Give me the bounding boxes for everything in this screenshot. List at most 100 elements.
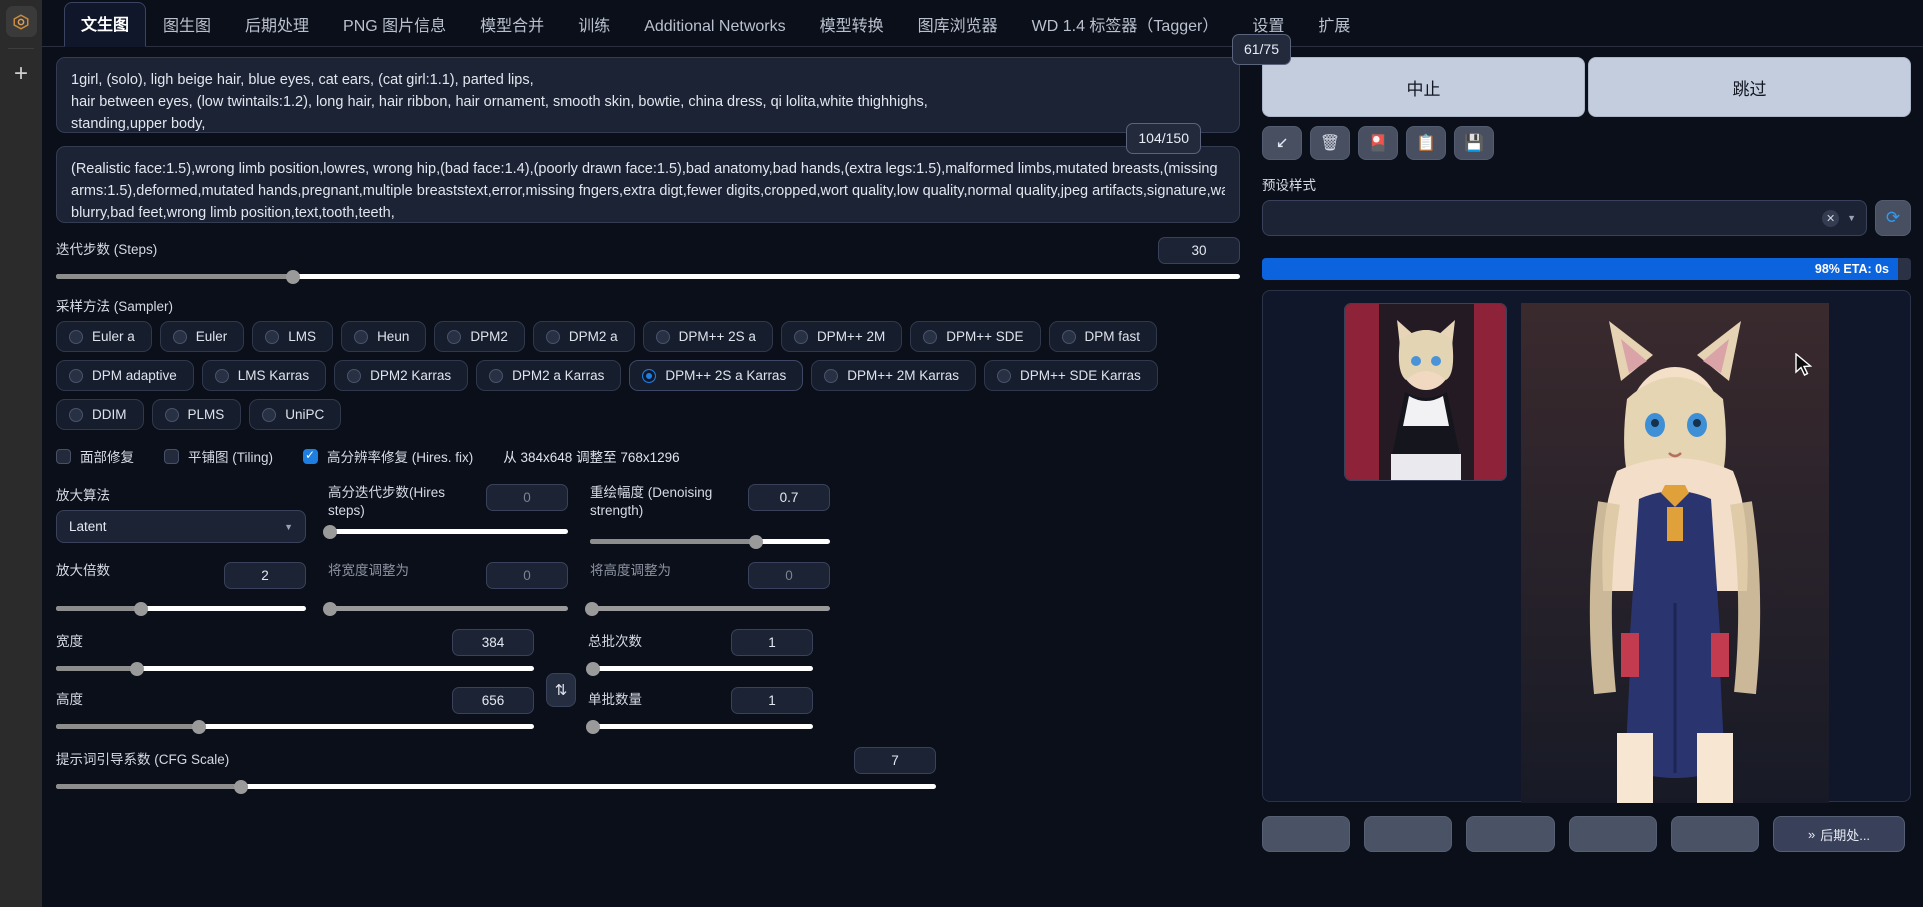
- extra-networks-icon[interactable]: 🎴: [1358, 126, 1398, 160]
- resize-height-value[interactable]: 0: [748, 562, 830, 589]
- refresh-icon[interactable]: ⟳: [1875, 200, 1911, 236]
- tiling-checkbox[interactable]: 平铺图 (Tiling): [164, 446, 273, 466]
- cfg-scale-control: 提示词引导系数 (CFG Scale) 7: [56, 747, 936, 789]
- resize-width-value[interactable]: 0: [486, 562, 568, 589]
- sampler-option-dpm-2s-a[interactable]: DPM++ 2S a: [643, 321, 773, 352]
- sampler-option-dpm2-a-karras[interactable]: DPM2 a Karras: [476, 360, 621, 391]
- tab-txt2img[interactable]: 文生图: [64, 2, 146, 47]
- sampler-option-dpm2[interactable]: DPM2: [434, 321, 525, 352]
- sampler-option-dpm-fast[interactable]: DPM fast: [1049, 321, 1158, 352]
- width-value[interactable]: 384: [452, 629, 534, 656]
- sampler-option-plms[interactable]: PLMS: [152, 399, 242, 430]
- sampler-option-lms[interactable]: LMS: [252, 321, 333, 352]
- sampler-option-dpm2-karras[interactable]: DPM2 Karras: [334, 360, 468, 391]
- gallery-thumbnail[interactable]: [1344, 303, 1507, 481]
- hires-fix-checkbox[interactable]: 高分辨率修复 (Hires. fix): [303, 446, 473, 466]
- send-to-postprocess-button[interactable]: » 后期处...: [1773, 816, 1905, 852]
- sampler-option-euler-a[interactable]: Euler a: [56, 321, 152, 352]
- tab-png-info[interactable]: PNG 图片信息: [326, 3, 463, 47]
- sampler-option-dpm-adaptive[interactable]: DPM adaptive: [56, 360, 194, 391]
- tab-extensions[interactable]: 扩展: [1301, 3, 1367, 47]
- hires-steps-value[interactable]: 0: [486, 484, 568, 511]
- hires-steps-slider[interactable]: [328, 529, 568, 534]
- checkbox-box: [56, 449, 71, 464]
- interrupt-button[interactable]: 中止: [1262, 57, 1585, 117]
- upscaler-select[interactable]: Latent ▼: [56, 510, 306, 543]
- sampler-option-dpm-2m[interactable]: DPM++ 2M: [781, 321, 902, 352]
- clear-x-icon[interactable]: ✕: [1822, 210, 1839, 227]
- width-slider-knob[interactable]: [130, 662, 144, 676]
- resize-height-slider-knob[interactable]: [585, 602, 599, 616]
- preview-image[interactable]: [1521, 303, 1829, 803]
- sampler-option-dpm2-a[interactable]: DPM2 a: [533, 321, 635, 352]
- batch-count-value[interactable]: 1: [731, 629, 813, 656]
- skip-button[interactable]: 跳过: [1588, 57, 1911, 117]
- upscale-by-slider[interactable]: [56, 606, 306, 611]
- batch-size-slider[interactable]: [588, 724, 813, 729]
- tab-checkpoint-merger[interactable]: 模型合并: [463, 3, 561, 47]
- sampler-option-dpm-2m-karras[interactable]: DPM++ 2M Karras: [811, 360, 976, 391]
- sampler-option-lms-karras[interactable]: LMS Karras: [202, 360, 326, 391]
- plus-icon[interactable]: +: [14, 62, 28, 86]
- steps-value[interactable]: 30: [1158, 237, 1240, 264]
- sampler-option-label: PLMS: [188, 407, 225, 422]
- tab-img2img[interactable]: 图生图: [146, 3, 228, 47]
- width-slider[interactable]: [56, 666, 534, 671]
- steps-slider[interactable]: [56, 274, 1240, 279]
- tab-train[interactable]: 训练: [561, 3, 627, 47]
- zip-output-button[interactable]: [1364, 816, 1452, 852]
- negative-prompt-input[interactable]: (Realistic face:1.5),wrong limb position…: [56, 146, 1240, 223]
- sampler-option-heun[interactable]: Heun: [341, 321, 426, 352]
- prompt-line: hair between eyes, (low twintails:1.2), …: [71, 91, 1225, 113]
- styles-select[interactable]: ✕ ▼: [1262, 200, 1867, 236]
- height-value[interactable]: 656: [452, 687, 534, 714]
- resize-height-slider[interactable]: [590, 606, 830, 611]
- trash-icon[interactable]: 🗑: [1310, 126, 1350, 160]
- clipboard-icon[interactable]: 📋: [1406, 126, 1446, 160]
- send-to-img2img-button[interactable]: [1466, 816, 1554, 852]
- tab-tagger[interactable]: WD 1.4 标签器（Tagger）: [1015, 3, 1236, 47]
- restore-faces-checkbox[interactable]: 面部修复: [56, 446, 134, 466]
- sampler-option-dpm-sde-karras[interactable]: DPM++ SDE Karras: [984, 360, 1158, 391]
- hex-logo-icon[interactable]: [6, 6, 37, 37]
- batch-size-slider-knob[interactable]: [586, 720, 600, 734]
- tab-model-converter[interactable]: 模型转换: [803, 3, 901, 47]
- denoising-value[interactable]: 0.7: [748, 484, 830, 511]
- cfg-scale-slider[interactable]: [56, 784, 936, 789]
- sampler-option-dpm-sde[interactable]: DPM++ SDE: [910, 321, 1040, 352]
- save-style-icon[interactable]: 💾: [1454, 126, 1494, 160]
- prompt-input[interactable]: 1girl, (solo), ligh beige hair, blue eye…: [56, 57, 1240, 133]
- tab-extras[interactable]: 后期处理: [228, 3, 326, 47]
- upscale-by-slider-knob[interactable]: [134, 602, 148, 616]
- steps-slider-knob[interactable]: [286, 270, 300, 284]
- chevron-down-icon[interactable]: ▼: [1847, 213, 1856, 223]
- cfg-scale-slider-knob[interactable]: [234, 780, 248, 794]
- radio-dot: [642, 369, 656, 383]
- radio-dot: [656, 330, 670, 344]
- swap-dimensions-icon[interactable]: ⇅: [546, 673, 576, 707]
- resize-width-slider[interactable]: [328, 606, 568, 611]
- hires-steps-slider-knob[interactable]: [323, 525, 337, 539]
- sampler-option-euler[interactable]: Euler: [160, 321, 245, 352]
- batch-count-slider[interactable]: [588, 666, 813, 671]
- send-to-inpaint-button[interactable]: [1569, 816, 1657, 852]
- cfg-scale-value[interactable]: 7: [854, 747, 936, 774]
- height-slider-knob[interactable]: [192, 720, 206, 734]
- height-slider[interactable]: [56, 724, 534, 729]
- restore-progress-icon[interactable]: [1262, 126, 1302, 160]
- resize-width-slider-knob[interactable]: [323, 602, 337, 616]
- tab-additional-networks[interactable]: Additional Networks: [627, 9, 802, 47]
- denoising-slider[interactable]: [590, 539, 830, 544]
- sampler-option-dpm-2s-a-karras[interactable]: DPM++ 2S a Karras: [629, 360, 803, 391]
- sampler-option-unipc[interactable]: UniPC: [249, 399, 341, 430]
- batch-count-slider-knob[interactable]: [586, 662, 600, 676]
- batch-size-value[interactable]: 1: [731, 687, 813, 714]
- tab-image-browser[interactable]: 图库浏览器: [901, 3, 1015, 47]
- denoising-slider-knob[interactable]: [749, 535, 763, 549]
- cfg-scale-label: 提示词引导系数 (CFG Scale): [56, 748, 229, 768]
- sampler-option-ddim[interactable]: DDIM: [56, 399, 144, 430]
- denoising-label: 重绘幅度 (Denoising strength): [590, 484, 738, 519]
- send-to-extras-button[interactable]: [1671, 816, 1759, 852]
- upscale-by-value[interactable]: 2: [224, 562, 306, 589]
- save-output-button[interactable]: [1262, 816, 1350, 852]
